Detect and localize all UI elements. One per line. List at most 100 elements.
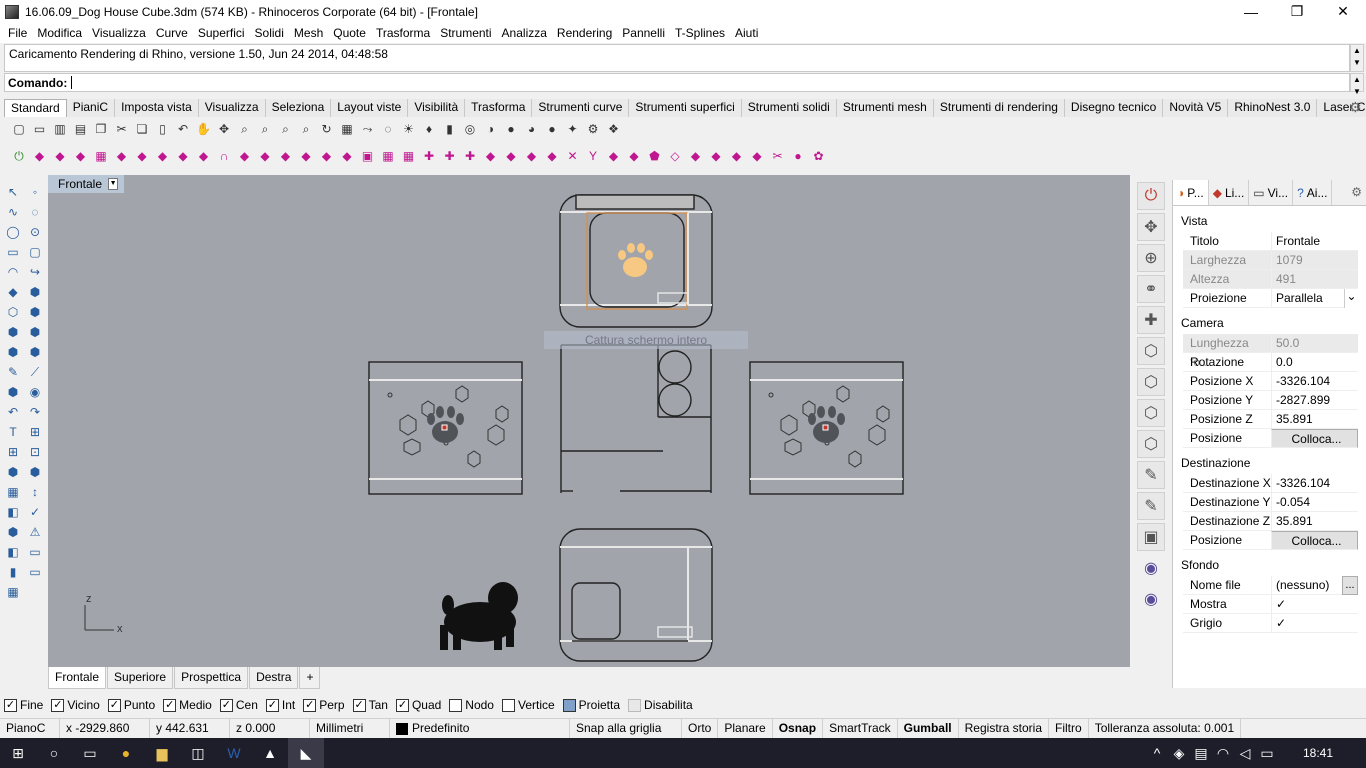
osnap-vertice[interactable]: Vertice bbox=[501, 698, 555, 712]
view-tab-superiore[interactable]: Superiore bbox=[107, 667, 174, 689]
menu-item-visualizza[interactable]: Visualizza bbox=[87, 23, 151, 43]
lasercut-tool-33-icon[interactable]: ◆ bbox=[687, 147, 705, 165]
prop-value[interactable]: -3326.104 bbox=[1271, 372, 1358, 391]
osnap-proietta-checkbox[interactable] bbox=[562, 698, 576, 712]
lasercut-tool-9-icon[interactable]: ◆ bbox=[195, 147, 213, 165]
tab-strumenti-curve[interactable]: Strumenti curve bbox=[532, 99, 630, 117]
osnap-tan-checkbox[interactable]: ✓ bbox=[352, 698, 366, 712]
prop-value[interactable]: ✓ bbox=[1271, 595, 1358, 614]
osnap-cen-checkbox[interactable]: ✓ bbox=[219, 698, 233, 712]
menu-item-tsplines[interactable]: T-Splines bbox=[670, 23, 730, 43]
standard-tool-7-icon[interactable]: ▯ bbox=[154, 120, 172, 138]
left-tool-39-icon[interactable]: ▭ bbox=[25, 562, 45, 582]
standard-tool-2-icon[interactable]: ▥ bbox=[51, 120, 69, 138]
menu-item-superfici[interactable]: Superfici bbox=[193, 23, 250, 43]
tab-standard[interactable]: Standard bbox=[4, 99, 67, 117]
standard-tool-15-icon[interactable]: ↻ bbox=[318, 120, 336, 138]
gumball-button[interactable]: Gumball bbox=[898, 719, 959, 738]
menu-item-mesh[interactable]: Mesh bbox=[289, 23, 328, 43]
dropbox-icon[interactable]: ◈ bbox=[1168, 738, 1190, 768]
standard-tool-24-icon[interactable]: ● bbox=[502, 120, 520, 138]
command-line[interactable]: Comando: bbox=[4, 73, 1350, 92]
left-tool-7-icon[interactable]: ▢ bbox=[25, 242, 45, 262]
close-button[interactable]: ✕ bbox=[1320, 0, 1366, 23]
tab-imposta-vista[interactable]: Imposta vista bbox=[115, 99, 199, 117]
snap-grid-button[interactable]: Snap alla griglia bbox=[570, 719, 682, 738]
standard-tool-6-icon[interactable]: ❏ bbox=[133, 120, 151, 138]
prop-value[interactable]: -3326.104 bbox=[1271, 474, 1358, 493]
lasercut-tool-0-icon[interactable]: ⏻ bbox=[10, 147, 28, 165]
left-tool-12-icon[interactable]: ⬡ bbox=[3, 302, 23, 322]
panel-tab-2[interactable]: ▭ Vi... bbox=[1249, 180, 1294, 205]
sidebar-tool-3-icon[interactable]: ⚭ bbox=[1137, 275, 1165, 303]
left-tool-5-icon[interactable]: ⊙ bbox=[25, 222, 45, 242]
osnap-vicino-checkbox[interactable]: ✓ bbox=[51, 698, 65, 712]
left-tool-31-icon[interactable]: ↕ bbox=[25, 482, 45, 502]
search-circle-icon[interactable]: ○ bbox=[36, 738, 72, 768]
file-explorer-icon[interactable]: ▆ bbox=[144, 738, 180, 768]
prop-value[interactable]: 35.891 bbox=[1271, 512, 1358, 531]
lasercut-tool-31-icon[interactable]: ⬟ bbox=[646, 147, 664, 165]
standard-tool-3-icon[interactable]: ▤ bbox=[72, 120, 90, 138]
sidebar-tool-13-icon[interactable]: ◉ bbox=[1137, 585, 1165, 613]
osnap-disabilita-checkbox[interactable] bbox=[628, 698, 642, 712]
registra-storia-button[interactable]: Registra storia bbox=[959, 719, 1050, 738]
lasercut-tool-26-icon[interactable]: ◆ bbox=[543, 147, 561, 165]
left-tool-29-icon[interactable]: ⬢ bbox=[25, 462, 45, 482]
prop-value[interactable]: Parallela bbox=[1271, 289, 1344, 308]
lasercut-tool-17-icon[interactable]: ▣ bbox=[359, 147, 377, 165]
osnap-punto[interactable]: ✓ Punto bbox=[107, 698, 155, 712]
lasercut-tool-5-icon[interactable]: ◆ bbox=[113, 147, 131, 165]
prop-value[interactable]: Frontale bbox=[1271, 232, 1358, 251]
left-tool-32-icon[interactable]: ◧ bbox=[3, 502, 23, 522]
osnap-tan[interactable]: ✓ Tan bbox=[352, 698, 388, 712]
photos-icon[interactable]: ▲ bbox=[252, 738, 288, 768]
menu-item-quote[interactable]: Quote bbox=[328, 23, 371, 43]
lasercut-tool-39-icon[interactable]: ✿ bbox=[810, 147, 828, 165]
standard-tool-5-icon[interactable]: ✂ bbox=[113, 120, 131, 138]
standard-tool-22-icon[interactable]: ◎ bbox=[461, 120, 479, 138]
taskbar-clock[interactable]: 18:41 bbox=[1278, 746, 1358, 760]
standard-tool-9-icon[interactable]: ✋ bbox=[195, 120, 213, 138]
menu-item-curve[interactable]: Curve bbox=[151, 23, 193, 43]
prop-value[interactable]: -0.054 bbox=[1271, 493, 1358, 512]
standard-tool-28-icon[interactable]: ⚙ bbox=[584, 120, 602, 138]
lasercut-tool-24-icon[interactable]: ◆ bbox=[502, 147, 520, 165]
osnap-punto-checkbox[interactable]: ✓ bbox=[107, 698, 121, 712]
left-tool-22-icon[interactable]: ↶ bbox=[3, 402, 23, 422]
lasercut-tool-4-icon[interactable]: ▦ bbox=[92, 147, 110, 165]
wifi-icon[interactable]: ◠ bbox=[1212, 738, 1234, 768]
sidebar-tool-11-icon[interactable]: ▣ bbox=[1137, 523, 1165, 551]
volume-icon[interactable]: ◁ bbox=[1234, 738, 1256, 768]
osnap-fine[interactable]: ✓ Fine bbox=[4, 698, 43, 712]
sidebar-tool-10-icon[interactable]: ✎ bbox=[1137, 492, 1165, 520]
lasercut-tool-37-icon[interactable]: ✂ bbox=[769, 147, 787, 165]
status-plane[interactable]: PianoC bbox=[0, 719, 60, 738]
osnap-disabilita[interactable]: Disabilita bbox=[628, 698, 693, 712]
tab-pianic[interactable]: PianiC bbox=[66, 99, 116, 117]
sidebar-tool-12-icon[interactable]: ◉ bbox=[1137, 554, 1165, 582]
lasercut-tool-2-icon[interactable]: ◆ bbox=[51, 147, 69, 165]
lasercut-tool-16-icon[interactable]: ◆ bbox=[338, 147, 356, 165]
osnap-vertice-checkbox[interactable] bbox=[501, 698, 515, 712]
left-tool-23-icon[interactable]: ↷ bbox=[25, 402, 45, 422]
tab-strumenti-superfici[interactable]: Strumenti superfici bbox=[629, 99, 742, 117]
left-tool-2-icon[interactable]: ∿ bbox=[3, 202, 23, 222]
tab-layout-viste[interactable]: Layout viste bbox=[331, 99, 409, 117]
left-tool-6-icon[interactable]: ▭ bbox=[3, 242, 23, 262]
osnap-nodo[interactable]: Nodo bbox=[449, 698, 494, 712]
word-icon[interactable]: W bbox=[216, 738, 252, 768]
tab-seleziona[interactable]: Seleziona bbox=[265, 99, 332, 117]
prop-value[interactable]: 0.0 bbox=[1271, 353, 1358, 372]
standard-tool-27-icon[interactable]: ✦ bbox=[564, 120, 582, 138]
tray-chevron-icon[interactable]: ^ bbox=[1146, 738, 1168, 768]
left-tool-0-icon[interactable]: ↖ bbox=[3, 182, 23, 202]
colloca-button[interactable]: Colloca... bbox=[1271, 531, 1358, 550]
left-tool-30-icon[interactable]: ▦ bbox=[3, 482, 23, 502]
left-tool-25-icon[interactable]: ⊞ bbox=[25, 422, 45, 442]
lasercut-tool-25-icon[interactable]: ◆ bbox=[523, 147, 541, 165]
lasercut-tool-38-icon[interactable]: ● bbox=[789, 147, 807, 165]
colloca-button[interactable]: Colloca... bbox=[1271, 429, 1358, 448]
lasercut-tool-30-icon[interactable]: ◆ bbox=[625, 147, 643, 165]
left-tool-21-icon[interactable]: ◉ bbox=[25, 382, 45, 402]
